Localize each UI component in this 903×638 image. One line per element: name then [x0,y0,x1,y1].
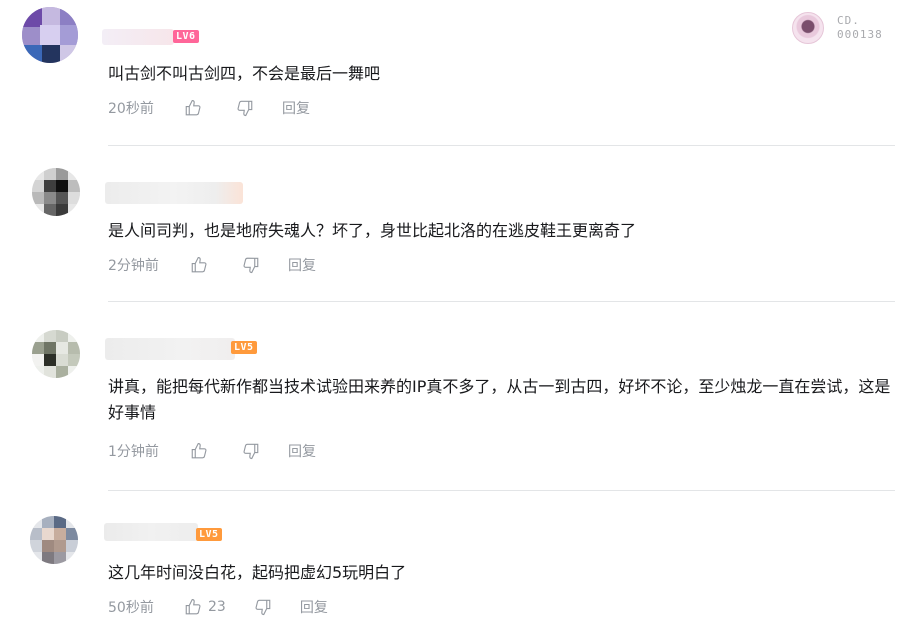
comment-text: 讲真，能把每代新作都当技术试验田来养的IP真不多了，从古一到古四，好坏不论，至少… [108,377,891,422]
comment-actions: 50秒前 23 回复 [108,596,328,618]
dislike-button[interactable] [236,99,254,117]
like-button[interactable]: 23 [184,598,226,616]
avatar[interactable] [32,168,80,216]
reply-button[interactable]: 回复 [300,597,328,617]
comment-actions: 20秒前 回复 [108,97,310,119]
fan-medal-label: CD. [837,14,860,27]
dislike-button[interactable] [242,256,260,274]
comment-text: 这几年时间没白花，起码把虚幻5玩明白了 [108,563,407,582]
fan-medal-badge[interactable]: CD. 000138 [792,12,892,48]
divider [108,301,895,302]
username-blurred[interactable] [105,182,243,204]
comment-text: 是人间司判，也是地府失魂人？坏了，身世比起北洛的在逃皮鞋王更离奇了 [108,221,637,240]
comment-time: 1分钟前 [108,444,159,460]
comment-time: 50秒前 [108,600,154,616]
thumb-up-icon [185,598,201,615]
like-count: 23 [208,599,226,615]
reply-button[interactable]: 回复 [288,255,316,275]
thumb-up-icon [185,99,201,116]
reply-button[interactable]: 回复 [282,98,310,118]
avatar[interactable] [30,516,78,564]
comment-actions: 2分钟前 回复 [108,254,316,276]
comment-text: 叫古剑不叫古剑四，不会是最后一舞吧 [108,64,381,83]
like-button[interactable] [190,442,214,460]
level-badge: LV5 [231,341,257,354]
thumb-down-icon [243,443,259,460]
fan-medal-number: 000138 [837,28,883,41]
like-button[interactable] [184,99,208,117]
level-badge: LV6 [173,30,199,43]
comment-time: 2分钟前 [108,258,159,274]
username-blurred[interactable] [105,338,235,360]
username-blurred[interactable] [102,29,174,45]
fan-medal-avatar-icon [792,12,824,44]
thumb-down-icon [243,257,259,274]
dislike-button[interactable] [254,598,272,616]
divider [108,490,895,491]
username-blurred[interactable] [104,523,198,541]
thumb-up-icon [191,442,207,459]
divider [108,145,895,146]
avatar[interactable] [22,7,78,63]
level-badge: LV5 [196,528,222,541]
thumb-down-icon [255,599,271,616]
like-button[interactable] [190,256,214,274]
thumb-up-icon [191,256,207,273]
reply-button[interactable]: 回复 [288,441,316,461]
comment-time: 20秒前 [108,101,154,117]
dislike-button[interactable] [242,442,260,460]
avatar[interactable] [32,330,80,378]
thumb-down-icon [237,100,253,117]
comment-actions: 1分钟前 回复 [108,440,316,462]
